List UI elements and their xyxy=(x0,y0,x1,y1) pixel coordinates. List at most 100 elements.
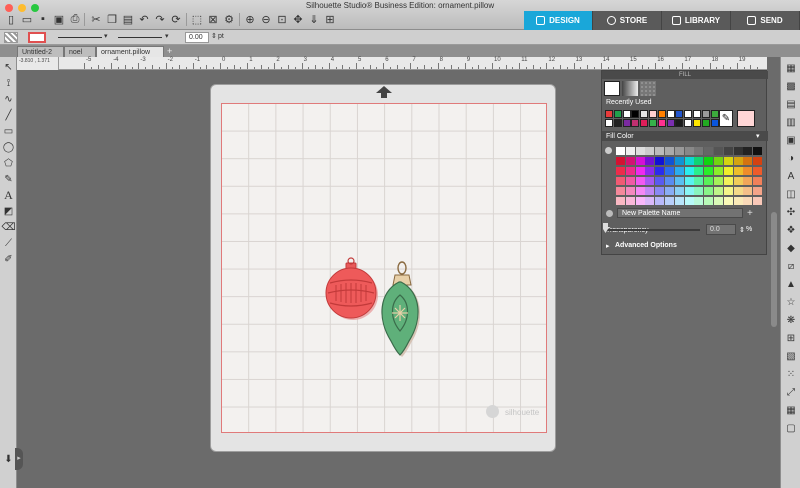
palette-color-swatch[interactable] xyxy=(684,177,694,185)
palette-color-swatch[interactable] xyxy=(743,177,753,185)
point-edit-icon[interactable]: ⟟ xyxy=(2,77,15,90)
palette-color-swatch[interactable] xyxy=(723,177,733,185)
recent-color-swatch[interactable] xyxy=(666,110,675,118)
red-ornament[interactable] xyxy=(324,255,380,323)
palette-color-swatch[interactable] xyxy=(665,197,674,205)
palette-color-swatch[interactable] xyxy=(694,177,704,185)
library-panel-icon[interactable]: ▢ xyxy=(784,421,798,435)
palette-color-swatch[interactable] xyxy=(616,157,625,165)
line-weight-dropdown[interactable] xyxy=(118,37,162,38)
text-tool-icon[interactable]: A xyxy=(2,188,15,202)
recent-color-swatch[interactable] xyxy=(675,110,684,118)
doc-tab-untitled-2[interactable]: Untitled-2 xyxy=(17,46,64,57)
scissors-icon[interactable]: ✂ xyxy=(89,12,103,26)
palette-color-swatch[interactable] xyxy=(694,167,704,175)
recent-color-swatch[interactable] xyxy=(693,119,701,127)
palette-color-swatch[interactable] xyxy=(635,177,645,185)
design-store-icon[interactable]: ▩ xyxy=(784,79,798,93)
palette-color-swatch[interactable] xyxy=(655,197,665,205)
palette-color-swatch[interactable] xyxy=(665,177,674,185)
modify-icon[interactable]: ◆ xyxy=(784,241,798,255)
palette-color-swatch[interactable] xyxy=(625,197,635,205)
print-cut-icon[interactable]: ▦ xyxy=(784,403,798,417)
tab-design[interactable]: DESIGN xyxy=(524,11,593,30)
recent-color-swatch[interactable] xyxy=(666,119,675,127)
tab-library[interactable]: LIBRARY xyxy=(662,11,731,30)
palette-color-swatch[interactable] xyxy=(733,167,743,175)
palette-name-input[interactable]: New Palette Name xyxy=(617,208,743,218)
line-tool-icon[interactable]: ╱ xyxy=(2,109,15,122)
palette-gray-swatch[interactable] xyxy=(655,147,665,155)
save-icon[interactable]: ▪ xyxy=(36,12,50,26)
palette-color-swatch[interactable] xyxy=(645,157,655,165)
eyedropper-icon[interactable]: ✎ xyxy=(719,110,733,127)
line-style-icon[interactable]: ▥ xyxy=(784,115,798,129)
recent-color-swatch[interactable] xyxy=(605,119,613,127)
knife-tool-icon[interactable]: ⟋ xyxy=(2,237,15,250)
palette-color-swatch[interactable] xyxy=(714,187,723,195)
recent-color-swatch[interactable] xyxy=(701,119,710,127)
zoom-box-icon[interactable]: ⊡ xyxy=(275,12,289,26)
knife-icon[interactable]: ⧄ xyxy=(784,259,798,273)
palette-color-swatch[interactable] xyxy=(733,177,743,185)
print-icon[interactable]: ⎙ xyxy=(68,12,82,26)
layers-icon[interactable]: ▧ xyxy=(784,349,798,363)
palette-color-swatch[interactable] xyxy=(694,187,704,195)
palette-color-swatch[interactable] xyxy=(743,187,753,195)
palette-color-swatch[interactable] xyxy=(665,187,674,195)
palette-color-swatch[interactable] xyxy=(704,167,714,175)
tab-store[interactable]: STORE xyxy=(593,11,662,30)
palette-color-swatch[interactable] xyxy=(616,187,625,195)
add-tab-button[interactable]: + xyxy=(167,46,172,56)
palette-gray-swatch[interactable] xyxy=(733,147,743,155)
paste-icon[interactable]: ▤ xyxy=(121,12,135,26)
palette-color-swatch[interactable] xyxy=(625,177,635,185)
polygon-tool-icon[interactable]: ⬠ xyxy=(2,157,15,170)
zoom-in-icon[interactable]: ⊕ xyxy=(243,12,257,26)
palette-gray-swatch[interactable] xyxy=(674,147,684,155)
recent-color-swatch[interactable] xyxy=(710,110,719,118)
recent-color-swatch[interactable] xyxy=(684,119,693,127)
recent-color-swatch[interactable] xyxy=(622,119,631,127)
palette-color-swatch[interactable] xyxy=(714,157,723,165)
palette-color-swatch[interactable] xyxy=(645,197,655,205)
recent-color-swatch[interactable] xyxy=(613,119,622,127)
nesting-icon[interactable]: ⊞ xyxy=(784,331,798,345)
group-icon[interactable]: ❋ xyxy=(784,313,798,327)
palette-color-swatch[interactable] xyxy=(616,167,625,175)
palette-color-swatch[interactable] xyxy=(625,187,635,195)
palette-color-swatch[interactable] xyxy=(645,177,655,185)
scrollbar-thumb[interactable] xyxy=(771,212,777,327)
recent-color-swatch[interactable] xyxy=(613,110,622,118)
offset-icon[interactable]: ◫ xyxy=(784,187,798,201)
recent-color-swatch[interactable] xyxy=(684,110,693,118)
palette-color-swatch[interactable] xyxy=(723,167,733,175)
palette-color-swatch[interactable] xyxy=(714,167,723,175)
align-icon[interactable]: ⁙ xyxy=(784,367,798,381)
chevron-down-icon[interactable]: ▾ xyxy=(756,132,760,140)
palette-color-swatch[interactable] xyxy=(674,177,684,185)
palette-color-swatch[interactable] xyxy=(616,177,625,185)
fill-pattern-icon[interactable]: ▣ xyxy=(784,133,798,147)
pan-icon[interactable]: ✥ xyxy=(291,12,305,26)
palette-color-swatch[interactable] xyxy=(743,197,753,205)
palette-color-swatch[interactable] xyxy=(704,197,714,205)
green-ornament[interactable] xyxy=(377,257,425,361)
pencil-tool-icon[interactable]: ✎ xyxy=(2,173,15,186)
palette-color-swatch[interactable] xyxy=(743,167,753,175)
palette-color-swatch[interactable] xyxy=(674,197,684,205)
gradient-icon[interactable]: ◑ xyxy=(784,151,798,165)
palette-gray-swatch[interactable] xyxy=(694,147,704,155)
scale-icon[interactable]: ⤢ xyxy=(784,385,798,399)
deselect-icon[interactable]: ⊠ xyxy=(206,12,220,26)
recent-color-swatch[interactable] xyxy=(701,110,710,118)
select-settings-icon[interactable]: ⚙ xyxy=(222,12,236,26)
palette-color-swatch[interactable] xyxy=(645,167,655,175)
recent-color-swatch[interactable] xyxy=(675,119,684,127)
palette-color-swatch[interactable] xyxy=(655,167,665,175)
add-palette-button[interactable]: + xyxy=(747,208,753,219)
palette-color-swatch[interactable] xyxy=(704,187,714,195)
undo-icon[interactable]: ↶ xyxy=(137,12,151,26)
palette-color-swatch[interactable] xyxy=(723,187,733,195)
palette-color-swatch[interactable] xyxy=(694,157,704,165)
